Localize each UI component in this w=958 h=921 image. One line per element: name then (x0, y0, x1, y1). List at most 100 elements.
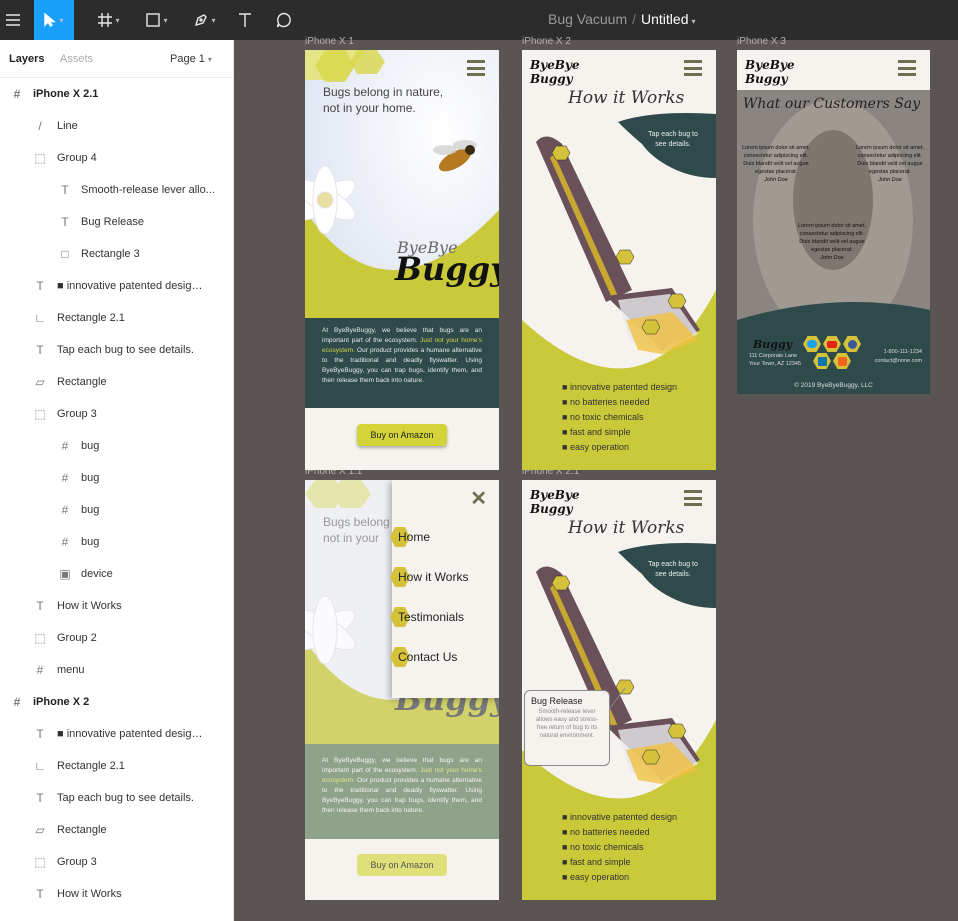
layer-row[interactable]: # bug (0, 526, 233, 558)
layer-label: Tap each bug to see details. (57, 344, 194, 356)
layer-row[interactable]: T Tap each bug to see details. (0, 782, 233, 814)
chevron-down-icon: ▾ (207, 55, 212, 64)
layer-label: bug (81, 440, 100, 452)
layer-row[interactable]: T Bug Release (0, 206, 233, 238)
layer-row[interactable]: ⬚ Group 3 (0, 398, 233, 430)
bullet-icon: ■ (562, 397, 570, 407)
feature-item: ■ fast and simple (562, 855, 677, 870)
layer-type-icon: □ (61, 247, 69, 261)
feature-item: ■ fast and simple (562, 425, 677, 440)
shape-tool-icon[interactable]: ▾ (138, 0, 176, 40)
layer-row[interactable]: T ■ innovative patented design ... (0, 270, 233, 302)
layer-row[interactable]: T How it Works (0, 878, 233, 910)
linkedin-icon[interactable] (813, 353, 831, 369)
frame-label-x2[interactable]: iPhone X 2 (522, 36, 571, 47)
layer-row[interactable]: ∟ Rectangle 2.1 (0, 750, 233, 782)
rss-icon[interactable] (833, 353, 851, 369)
panel-tabs: Layers Assets Page 1 ▾ (0, 40, 233, 78)
facebook-icon[interactable] (843, 336, 861, 352)
tap-instruction: Tap each bug to see details. (648, 131, 698, 148)
layer-row[interactable]: ⬚ Group 2 (0, 622, 233, 654)
feature-item: ■ no batteries needed (562, 395, 677, 410)
youtube-icon[interactable] (823, 336, 841, 352)
buy-on-amazon-button[interactable]: Buy on Amazon (357, 424, 447, 446)
nav-menu-label: Home (398, 530, 431, 544)
layer-row[interactable]: T Tap each bug to see details. (0, 334, 233, 366)
layer-row[interactable]: / Line (0, 110, 233, 142)
layer-row[interactable]: T ■ innovative patented design ... (0, 718, 233, 750)
frame-iphone-x1[interactable]: Bugs belong in nature, not in your home.… (305, 50, 499, 470)
feature-item: ■ easy operation (562, 870, 677, 885)
layer-row[interactable]: # bug (0, 430, 233, 462)
layer-type-icon: ⬚ (34, 151, 46, 165)
layer-row[interactable]: ⬚ Group 3 (0, 846, 233, 878)
hamburger-icon[interactable] (898, 60, 916, 76)
hamburger-icon[interactable] (467, 60, 485, 76)
layer-row[interactable]: # menu (0, 654, 233, 686)
popup-body: Smooth-release lever allows easy and str… (535, 709, 599, 739)
feature-item: ■ no batteries needed (562, 825, 677, 840)
nav-menu-item[interactable]: Contact Us (390, 646, 458, 668)
layer-type-icon: T (36, 343, 44, 357)
frame-iphone-x1-1[interactable]: Bugs belong not in your Buggy At ByeByeB… (305, 480, 499, 900)
frame-iphone-x2[interactable]: ByeBye Buggy How it Works Tap each bug to… (522, 50, 716, 470)
layer-type-icon: T (36, 791, 44, 805)
hamburger-icon[interactable] (684, 60, 702, 76)
nav-menu-item[interactable]: Testimonials (390, 606, 464, 628)
project-name[interactable]: Bug Vacuum (548, 11, 627, 27)
tap-instruction: Tap each bug to see details. (648, 561, 698, 578)
layer-type-icon: # (61, 503, 69, 517)
tab-assets[interactable]: Assets (60, 53, 93, 65)
layer-row[interactable]: ⬚ Group 4 (0, 142, 233, 174)
layer-type-icon: # (61, 439, 69, 453)
tab-layers[interactable]: Layers (9, 53, 44, 65)
document-title[interactable]: Bug Vacuum / Untitled ▾ (548, 11, 696, 27)
layer-row[interactable]: ⏥ Rectangle (0, 366, 233, 398)
logo: ByeBye Buggy (530, 58, 580, 86)
frame-label-x1[interactable]: iPhone X 1 (305, 36, 354, 47)
nav-menu-label: Contact Us (398, 650, 458, 664)
frame-iphone-x3[interactable]: ByeBye Buggy What our Customers Say Lorem… (737, 50, 930, 394)
frame-iphone-x2-1[interactable]: ByeBye Buggy How it Works Tap each bug to… (522, 480, 716, 900)
phone-number: 1-800-111-1234 (883, 349, 922, 355)
page-selector[interactable]: Page 1 ▾ (170, 53, 212, 65)
layer-label: Rectangle (57, 376, 107, 388)
comment-tool-icon[interactable] (272, 0, 296, 40)
frame-tool-icon[interactable]: ▾ (90, 0, 128, 40)
bullet-icon: ■ (562, 842, 570, 852)
layer-row[interactable]: # iPhone X 2 (0, 686, 233, 718)
frame-label-x3[interactable]: iPhone X 3 (737, 36, 786, 47)
document-name[interactable]: Untitled (641, 11, 688, 27)
layer-label: Tap each bug to see details. (57, 792, 194, 804)
how-it-works-title: How it Works (568, 518, 685, 538)
menu-icon[interactable] (0, 0, 26, 40)
logo: ByeBye Buggy (530, 488, 580, 516)
layer-row[interactable]: ⏥ Rectangle (0, 814, 233, 846)
layer-row[interactable]: # bug (0, 462, 233, 494)
testimonial-author: John Doe (878, 177, 902, 183)
move-tool-icon[interactable]: ▾ (34, 0, 74, 40)
chevron-down-icon[interactable]: ▾ (691, 17, 695, 26)
layer-row[interactable]: T Smooth-release lever allo... (0, 174, 233, 206)
layer-type-icon: # (13, 695, 21, 709)
buy-on-amazon-button[interactable]: Buy on Amazon (357, 854, 447, 876)
layer-row[interactable]: # bug (0, 494, 233, 526)
feature-text: no toxic chemicals (569, 842, 644, 852)
layer-type-icon: T (36, 887, 44, 901)
text-tool-icon[interactable] (234, 0, 256, 40)
nav-menu-item[interactable]: How it Works (390, 566, 468, 588)
feature-item: ■ no toxic chemicals (562, 410, 677, 425)
layer-row[interactable]: □ Rectangle 3 (0, 238, 233, 270)
testimonial-text: Lorem ipsum dolor sit amet, consectetur … (798, 223, 866, 253)
close-icon[interactable]: ✕ (470, 486, 487, 511)
pen-tool-icon[interactable]: ▾ (186, 0, 224, 40)
hamburger-icon[interactable] (684, 490, 702, 506)
layer-row[interactable]: ∟ Rectangle 2.1 (0, 302, 233, 334)
email-address: contact@none.com (874, 358, 922, 364)
layer-label: Rectangle (57, 824, 107, 836)
layer-row[interactable]: ▣ device (0, 558, 233, 590)
twitter-icon[interactable] (803, 336, 821, 352)
nav-menu-item[interactable]: Home (390, 526, 431, 548)
layer-row[interactable]: # iPhone X 2.1 (0, 78, 233, 110)
layer-row[interactable]: T How it Works (0, 590, 233, 622)
